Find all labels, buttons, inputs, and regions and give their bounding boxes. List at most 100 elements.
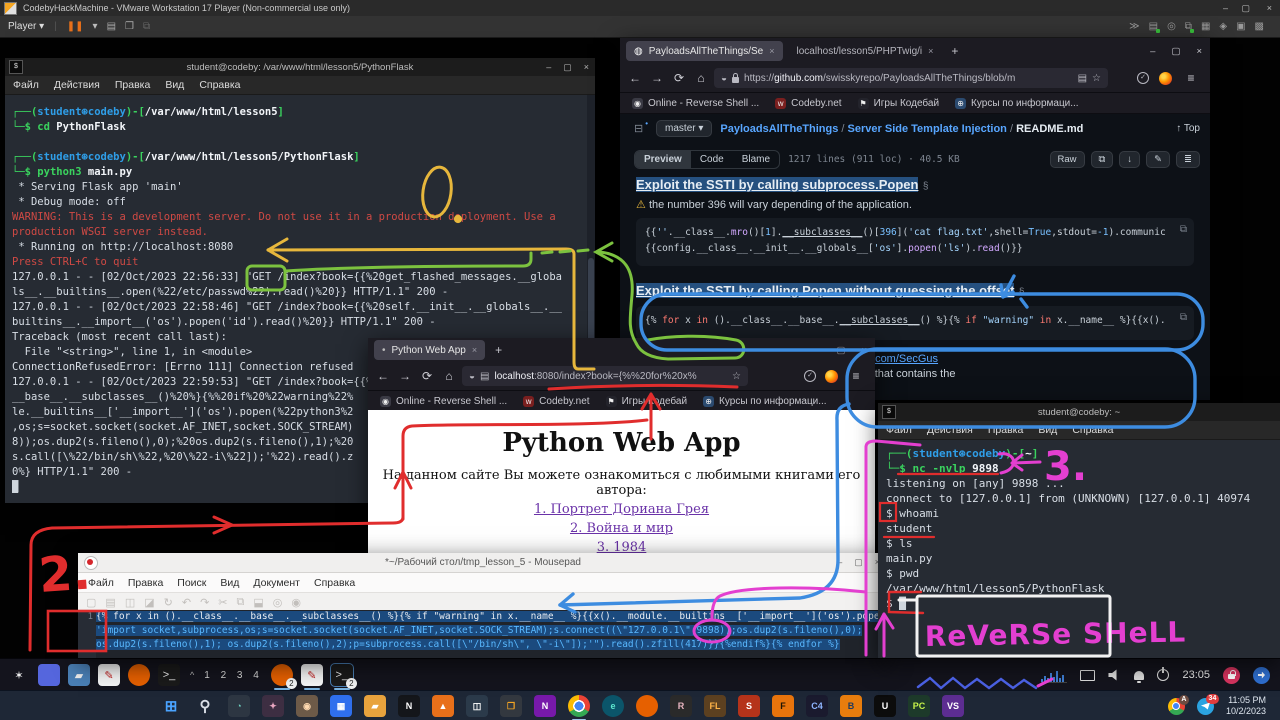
redo-icon[interactable]: ↷: [200, 596, 209, 609]
copy-code-icon[interactable]: ⧉: [1180, 224, 1187, 235]
adobe-f-icon[interactable]: F: [772, 695, 794, 717]
terminal-netcat-output[interactable]: ┌──(student⊛codeby)-[~]└─$ nc -nvlp 9898…: [878, 440, 1280, 658]
new-tab-button[interactable]: +: [951, 44, 958, 58]
reader-icon[interactable]: ▤: [1078, 73, 1087, 84]
tab-close-icon[interactable]: ×: [928, 46, 933, 56]
display-icon[interactable]: [1080, 670, 1095, 681]
ctrl-alt-del-icon[interactable]: ▤: [107, 21, 116, 32]
branch-selector-button[interactable]: master ▾: [656, 120, 712, 137]
mousepad-window-icon[interactable]: ✎: [301, 664, 323, 686]
file-explorer-icon[interactable]: ▰: [364, 695, 386, 717]
cpu-graph-icon[interactable]: [1041, 668, 1067, 683]
book-link-1[interactable]: 1. Портрет Дориана Грея: [534, 502, 709, 517]
forward-icon[interactable]: →: [396, 369, 414, 383]
pause-icon[interactable]: ❚❚: [67, 21, 84, 32]
firefox-account-icon[interactable]: [825, 370, 838, 383]
minimize-icon[interactable]: –: [1150, 46, 1155, 57]
workspace-switcher[interactable]: 1 2 3 4: [204, 670, 263, 681]
unreal-icon[interactable]: U: [874, 695, 896, 717]
vlc-icon[interactable]: ▲: [432, 695, 454, 717]
list-icon[interactable]: ≣: [1176, 151, 1200, 168]
widgets-icon[interactable]: ◔: [228, 695, 250, 717]
edge-icon[interactable]: e: [602, 695, 624, 717]
pocket-icon[interactable]: ✓: [804, 370, 816, 382]
anchor-link-icon[interactable]: §: [1019, 287, 1025, 298]
virtualbox-icon[interactable]: ◫: [466, 695, 488, 717]
player-menu[interactable]: Player ▾: [8, 21, 44, 32]
bookmark-codeby-games-icon[interactable]: ⚑Игры Кодебай: [606, 396, 687, 407]
vmware-maximize-button[interactable]: ▢: [1241, 3, 1250, 14]
copy-raw-icon[interactable]: ⧉: [1091, 151, 1114, 168]
power-icon[interactable]: [1157, 669, 1169, 681]
close-icon[interactable]: ×: [584, 62, 589, 73]
settings-icon[interactable]: ▣: [1236, 21, 1245, 32]
terminal-flask-titlebar[interactable]: $ student@codeby: /var/www/html/lesson5/…: [5, 58, 595, 76]
paste-icon[interactable]: ⬓: [253, 596, 263, 609]
anchor-link-icon[interactable]: §: [923, 181, 929, 192]
show-desktop-icon[interactable]: [38, 664, 60, 686]
close-icon[interactable]: ×: [1196, 46, 1202, 57]
minimize-icon[interactable]: –: [815, 345, 820, 356]
file-manager-icon[interactable]: ▰: [68, 664, 90, 686]
code-block-subprocess[interactable]: {{''.__class__.mro()[1].__subclasses__()…: [636, 218, 1194, 266]
code-block-popen[interactable]: {% for x in ().__class__.__base__.__subc…: [636, 306, 1194, 340]
save-as-icon[interactable]: ◪: [144, 596, 154, 609]
tab-python-web-app[interactable]: • Python Web App ×: [374, 340, 485, 360]
menu-item-правка[interactable]: Правка: [128, 577, 163, 589]
pycharm-icon[interactable]: PC: [908, 695, 930, 717]
firefox-account-icon[interactable]: [1159, 72, 1172, 85]
reload-icon[interactable]: ↻: [164, 596, 173, 609]
close-icon[interactable]: ×: [861, 345, 867, 356]
firefox-window-python-app[interactable]: • Python Web App × + – ▢ × ← → ⟳ ⌂ ◒ ▤: [368, 338, 875, 556]
menu-item-справка[interactable]: Справка: [314, 577, 355, 589]
bookmark-codeby-net-icon[interactable]: wCodeby.net: [775, 98, 841, 109]
minimize-icon[interactable]: –: [837, 557, 842, 568]
terminal-window-netcat[interactable]: $ student@codeby: ~ ФайлДействияПравкаВи…: [878, 403, 1280, 658]
bookmark-codeby-net-icon[interactable]: wCodeby.net: [523, 396, 589, 407]
menu-item-справка[interactable]: Справка: [1072, 424, 1113, 436]
menu-item-файл[interactable]: Файл: [886, 424, 912, 436]
top-link[interactable]: ↑ Top: [1176, 123, 1200, 134]
pocket-icon[interactable]: ✓: [1137, 72, 1149, 84]
photos-person-icon[interactable]: ◉: [296, 695, 318, 717]
app-menu-icon[interactable]: ≡: [1182, 71, 1200, 85]
cdrom-icon[interactable]: ◎: [1167, 21, 1176, 32]
reload-icon[interactable]: ⟳: [418, 369, 436, 383]
forward-icon[interactable]: →: [648, 71, 666, 85]
mousepad-titlebar[interactable]: *~/Рабочий стол/tmp_lesson_5 - Mousepad …: [78, 553, 888, 573]
unity-mode-icon[interactable]: ⧉: [143, 21, 150, 32]
cinema4d-icon[interactable]: C4: [806, 695, 828, 717]
network-icon[interactable]: ⧉: [1185, 21, 1192, 32]
bookmark-reverse-shell-icon[interactable]: ◉Online - Reverse Shell ...: [380, 396, 507, 407]
notifications-icon[interactable]: [1134, 671, 1144, 680]
download-icon[interactable]: ↓: [1119, 151, 1140, 168]
sidebar-toggle-icon[interactable]: ⊟: [634, 122, 643, 135]
menu-item-действия[interactable]: Действия: [54, 79, 100, 91]
back-icon[interactable]: ←: [626, 71, 644, 85]
usb-icon[interactable]: ▦: [1201, 21, 1210, 32]
terminal-window-icon[interactable]: >_2: [331, 664, 353, 686]
tab-close-icon[interactable]: ×: [769, 46, 774, 56]
replace-icon[interactable]: ◉: [291, 596, 301, 609]
printer-icon[interactable]: ▩: [1255, 21, 1264, 32]
new-file-icon[interactable]: ▢: [86, 596, 96, 609]
visual-studio-icon[interactable]: VS: [942, 695, 964, 717]
updates-icon[interactable]: [1253, 667, 1270, 684]
minimize-icon[interactable]: –: [546, 62, 551, 73]
bookmark-courses-icon[interactable]: ⊕Курсы по информаци...: [955, 98, 1079, 109]
bookmark-codeby-games-icon[interactable]: ⚑Игры Кодебай: [858, 98, 939, 109]
back-icon[interactable]: ←: [374, 369, 392, 383]
app-menu-icon[interactable]: ≡: [847, 369, 865, 383]
tab-close-icon[interactable]: ×: [472, 345, 477, 355]
bookmark-courses-icon[interactable]: ⊕Курсы по информаци...: [703, 396, 827, 407]
menu-item-поиск[interactable]: Поиск: [177, 577, 206, 589]
menu-item-файл[interactable]: Файл: [88, 577, 114, 589]
menu-item-вид[interactable]: Вид: [165, 79, 184, 91]
fl-studio-icon[interactable]: FL: [704, 695, 726, 717]
terminal-pin-icon[interactable]: >_: [158, 664, 180, 686]
calendar-icon[interactable]: ▦: [330, 695, 352, 717]
firefox-window-icon[interactable]: 2: [271, 664, 293, 686]
menu-item-правка[interactable]: Правка: [115, 79, 150, 91]
tab-localhost-phptwig[interactable]: localhost/lesson5/PHPTwig/i ×: [789, 41, 942, 61]
copy-code-icon[interactable]: ⧉: [1180, 312, 1187, 323]
